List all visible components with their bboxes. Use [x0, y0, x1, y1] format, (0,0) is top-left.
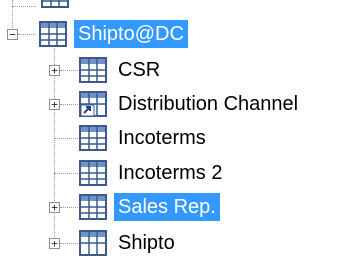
table-link-icon: [79, 91, 107, 117]
tree-item-shipto-label[interactable]: Shipto: [114, 229, 179, 257]
tree-view[interactable]: − Shipto@DC + CSR + Distribution Channel: [0, 0, 342, 256]
tree-guide-line: [54, 173, 78, 174]
table-icon: [41, 0, 69, 8]
tree-guide-line: [12, 6, 36, 7]
expand-toggle[interactable]: +: [49, 202, 60, 213]
tree-guide-line: [18, 34, 36, 35]
expand-toggle[interactable]: +: [49, 238, 60, 249]
table-icon: [39, 21, 67, 47]
tree-item-incoterms-2-label[interactable]: Incoterms 2: [114, 159, 226, 187]
table-icon: [79, 230, 107, 256]
table-icon: [79, 194, 107, 220]
tree-item-incoterms-label[interactable]: Incoterms: [114, 124, 210, 152]
tree-item-root-label[interactable]: Shipto@DC: [74, 20, 188, 48]
table-icon: [79, 160, 107, 186]
expand-toggle[interactable]: +: [49, 65, 60, 76]
tree-guide-line: [60, 207, 78, 208]
collapse-toggle[interactable]: −: [7, 29, 18, 40]
table-icon: [79, 57, 107, 83]
tree-guide-line: [60, 104, 78, 105]
table-icon: [79, 125, 107, 151]
tree-item-csr-label[interactable]: CSR: [114, 56, 164, 84]
tree-guide-line: [60, 243, 78, 244]
expand-toggle[interactable]: +: [49, 99, 60, 110]
tree-guide-line: [60, 70, 78, 71]
tree-item-distribution-channel-label[interactable]: Distribution Channel: [114, 90, 302, 118]
tree-guide-line: [54, 138, 78, 139]
tree-item-sales-rep-label[interactable]: Sales Rep.: [114, 193, 220, 221]
